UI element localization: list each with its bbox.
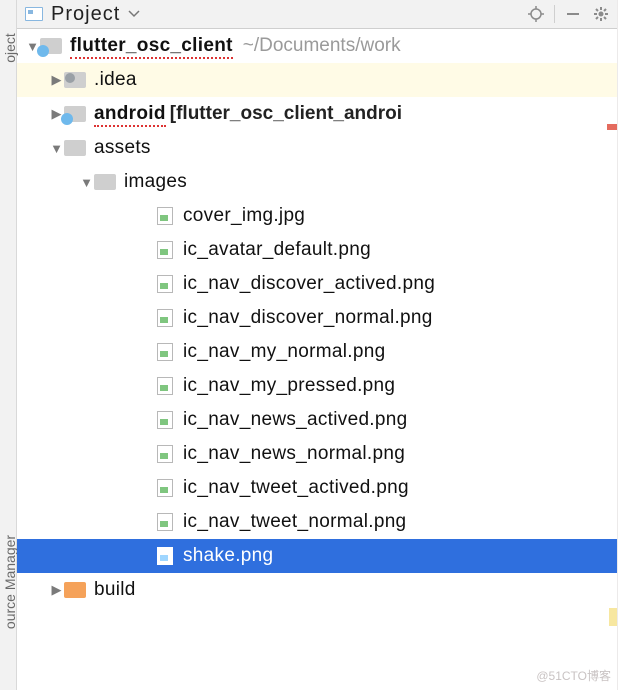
image-file-icon (157, 309, 173, 327)
tree-file[interactable]: ic_nav_tweet_actived.png (17, 471, 617, 505)
root-name: flutter_osc_client (70, 35, 233, 59)
images-label: images (124, 171, 187, 193)
tree-file[interactable]: ic_nav_news_normal.png (17, 437, 617, 471)
image-file-icon (157, 275, 173, 293)
android-label: android (94, 103, 166, 127)
tree-root[interactable]: ▼ flutter_osc_client ~/Documents/work (17, 29, 617, 63)
watermark: @51CTO博客 (536, 667, 611, 684)
project-tree[interactable]: ▼ flutter_osc_client ~/Documents/work ▶ … (17, 29, 617, 690)
image-file-icon (157, 343, 173, 361)
chevron-down-icon[interactable] (128, 8, 140, 20)
idea-folder-icon (64, 72, 86, 88)
chevron-right-icon[interactable]: ▶ (49, 582, 64, 598)
folder-icon (94, 174, 116, 190)
left-gutter: oject ource Manager (0, 0, 17, 690)
project-view-icon (25, 7, 43, 21)
tree-item-idea[interactable]: ▶ .idea (17, 63, 617, 97)
folder-icon (64, 140, 86, 156)
tree-item-android[interactable]: ▶ android [flutter_osc_client_androi (17, 97, 617, 131)
image-file-icon (157, 411, 173, 429)
tree-file[interactable]: ic_nav_discover_actived.png (17, 267, 617, 301)
module-folder-icon (64, 106, 86, 122)
gear-icon[interactable] (591, 4, 611, 24)
chevron-right-icon[interactable]: ▶ (49, 72, 64, 88)
image-file-icon (157, 377, 173, 395)
image-file-icon (157, 547, 173, 565)
tree-file[interactable]: ic_nav_my_pressed.png (17, 369, 617, 403)
gutter-label-resource-manager[interactable]: ource Manager (2, 507, 18, 657)
warning-stripe-marker (609, 608, 617, 626)
error-stripe-marker (607, 124, 617, 130)
tree-file[interactable]: ic_nav_news_actived.png (17, 403, 617, 437)
tree-file[interactable]: ic_nav_my_normal.png (17, 335, 617, 369)
locate-icon[interactable] (526, 4, 546, 24)
image-file-icon (157, 445, 173, 463)
idea-label: .idea (94, 69, 137, 91)
image-file-icon (157, 241, 173, 259)
tree-file[interactable]: ic_nav_discover_normal.png (17, 301, 617, 335)
toolbar-separator (554, 5, 555, 23)
tree-file[interactable]: ic_avatar_default.png (17, 233, 617, 267)
collapse-icon[interactable] (563, 4, 583, 24)
project-toolbar: Project (17, 0, 617, 29)
image-file-icon (157, 513, 173, 531)
tree-file[interactable]: cover_img.jpg (17, 199, 617, 233)
tree-item-images[interactable]: ▼ images (17, 165, 617, 199)
tree-file-selected[interactable]: shake.png (17, 539, 617, 573)
tree-item-assets[interactable]: ▼ assets (17, 131, 617, 165)
android-module-suffix: [flutter_osc_client_androi (170, 103, 402, 125)
root-path: ~/Documents/work (243, 35, 401, 57)
chevron-down-icon[interactable]: ▼ (79, 175, 94, 190)
module-folder-icon (40, 38, 62, 54)
image-file-icon (157, 207, 173, 225)
tree-item-build[interactable]: ▶ build (17, 573, 617, 607)
assets-label: assets (94, 137, 151, 159)
chevron-down-icon[interactable]: ▼ (49, 141, 64, 156)
tree-file[interactable]: ic_nav_tweet_normal.png (17, 505, 617, 539)
image-file-icon (157, 479, 173, 497)
project-view-selector[interactable]: Project (51, 3, 120, 26)
excluded-folder-icon (64, 582, 86, 598)
gutter-label-project[interactable]: oject (2, 0, 18, 123)
build-label: build (94, 579, 136, 601)
